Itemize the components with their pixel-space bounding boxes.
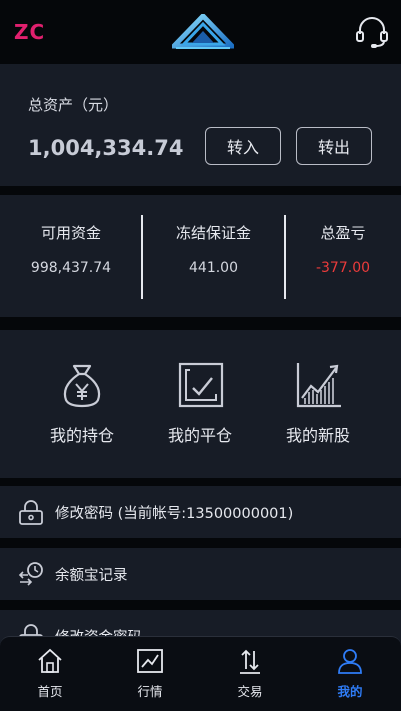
lock-icon <box>19 500 43 525</box>
headset-icon[interactable] <box>354 14 390 50</box>
stat-frozen-margin: 冻结保证金 441.00 <box>143 195 284 317</box>
stat-value: -377.00 <box>315 260 371 276</box>
tab-label: 首页 <box>37 684 63 699</box>
top-header: ZC <box>0 0 401 62</box>
menu-item-label: 修改密码 (当前帐号:13500000001) <box>55 505 294 522</box>
account-stats-card: 可用资金 998,437.74 冻结保证金 441.00 总盈亏 -377.00 <box>0 195 401 317</box>
tab-mine[interactable]: 我的 <box>300 647 400 700</box>
tab-label: 我的 <box>337 684 363 699</box>
shortcut-label: 我的平仓 <box>167 426 232 445</box>
chart-icon <box>137 649 163 673</box>
menu-item-yuebao-records[interactable]: 余额宝记录 <box>0 548 401 600</box>
stat-label: 冻结保证金 <box>175 224 251 242</box>
stat-label: 可用资金 <box>40 224 101 242</box>
tab-label: 行情 <box>137 684 163 699</box>
tab-label: 交易 <box>237 684 263 699</box>
tab-trade[interactable]: 交易 <box>200 647 300 700</box>
stat-value: 441.00 <box>189 260 238 276</box>
brand-text: ZC <box>14 20 46 44</box>
deposit-button[interactable]: 转入 <box>205 127 281 165</box>
my-new-stocks-shortcut[interactable]: 我的新股 <box>263 360 373 446</box>
stat-value: 998,437.74 <box>30 260 112 276</box>
bottom-tab-bar: 首页 行情 交易 我的 <box>0 636 401 711</box>
total-assets-card: 总资产（元） 1,004,334.74 转入 转出 <box>0 64 401 186</box>
user-icon <box>338 649 362 674</box>
checkbox-icon <box>178 362 224 408</box>
withdraw-button[interactable]: 转出 <box>296 127 372 165</box>
stat-label: 总盈亏 <box>320 224 366 242</box>
total-assets-value: 1,004,334.74 <box>28 136 184 160</box>
menu-item-change-password[interactable]: 修改密码 (当前帐号:13500000001) <box>0 486 401 538</box>
rising-chart-icon <box>296 363 341 408</box>
shortcut-label: 我的持仓 <box>49 426 114 445</box>
triangle-logo-icon <box>172 14 234 49</box>
stat-total-pnl: 总盈亏 -377.00 <box>285 195 401 317</box>
clock-transfer-icon <box>18 562 43 586</box>
home-icon <box>38 648 62 673</box>
my-closed-positions-shortcut[interactable]: 我的平仓 <box>145 360 255 446</box>
arrows-updown-icon <box>240 649 260 674</box>
tab-market[interactable]: 行情 <box>100 647 200 700</box>
total-assets-label: 总资产（元） <box>28 96 119 114</box>
stat-available-funds: 可用资金 998,437.74 <box>0 195 142 317</box>
money-bag-icon <box>63 364 101 408</box>
menu-item-label: 余额宝记录 <box>55 567 128 584</box>
my-positions-shortcut[interactable]: 我的持仓 <box>27 360 137 446</box>
shortcut-label: 我的新股 <box>285 426 350 445</box>
tab-home[interactable]: 首页 <box>0 647 100 700</box>
shortcuts-card: 我的持仓 我的平仓 我的新股 <box>0 330 401 478</box>
